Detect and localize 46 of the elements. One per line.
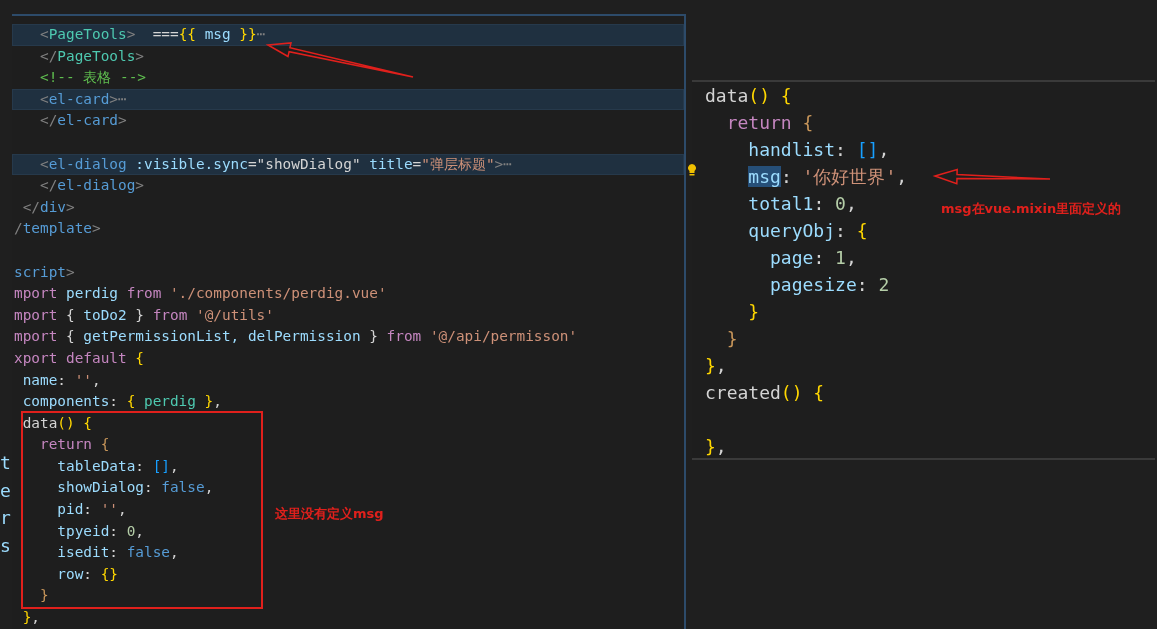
code-line: }: [725, 327, 738, 351]
code-line: isedit: false,: [56, 543, 179, 563]
code-line: data() {: [705, 84, 792, 108]
code-line: mport { toDo2 } from '@/utils': [14, 305, 274, 325]
code-line: msg: '你好世界',: [747, 165, 908, 189]
code-line: }: [39, 586, 49, 606]
annotation-note: 这里没有定义msg: [275, 505, 384, 523]
code-line: </el-card>: [39, 111, 127, 131]
code-line: },: [21, 608, 40, 628]
code-line: },: [705, 435, 727, 459]
code-line: return {: [39, 435, 110, 455]
code-line: mport perdig from './components/perdig.vue': [14, 284, 387, 304]
code-fragment: e: [0, 478, 12, 503]
code-line: handlist: [],: [747, 138, 890, 162]
code-line: mport { getPermissionList, delPermission } from '@/api/permisson': [14, 327, 578, 347]
code-line: /template>: [14, 219, 101, 239]
code-line: return {: [725, 111, 814, 135]
code-line: }: [747, 300, 760, 324]
code-line: <PageTools> ==={{ msg }}⋯: [39, 25, 266, 44]
code-line: <el-card>⋯: [39, 89, 127, 109]
code-line: created() {: [705, 381, 825, 405]
code-line: <!-- 表格 -->: [39, 68, 146, 88]
code-line: tpyeid: 0,: [56, 521, 144, 541]
code-line: xport default {: [14, 348, 144, 368]
code-line: components: { perdig },: [21, 392, 222, 412]
code-fragment: t: [0, 451, 12, 475]
code-line: page: 1,: [769, 246, 857, 270]
code-line: tableData: [],: [56, 456, 179, 476]
code-line: row: {}: [56, 564, 118, 584]
code-line: name: '',: [21, 370, 101, 390]
code-line: </el-dialog>: [39, 176, 144, 196]
code-line: queryObj: {: [747, 219, 868, 243]
code-line: <el-dialog :visible.sync="showDialog" title="弹层标题">⋯: [39, 154, 512, 174]
lightbulb-icon[interactable]: [688, 164, 696, 176]
code-line: data() {: [21, 413, 92, 433]
code-line: pid: '',: [56, 500, 127, 520]
code-fragment: r: [0, 506, 12, 530]
code-line: </div>: [21, 197, 75, 217]
code-line: showDialog: false,: [56, 478, 214, 498]
code-line: total1: 0,: [747, 192, 857, 216]
code-fragment: s: [0, 533, 12, 558]
code-line: script>: [14, 262, 75, 282]
annotation-note: msg在vue.mixin里面定义的: [941, 200, 1122, 218]
code-line: pagesize: 2: [769, 273, 890, 297]
code-line: </PageTools>: [39, 46, 144, 66]
code-line: },: [705, 354, 727, 378]
